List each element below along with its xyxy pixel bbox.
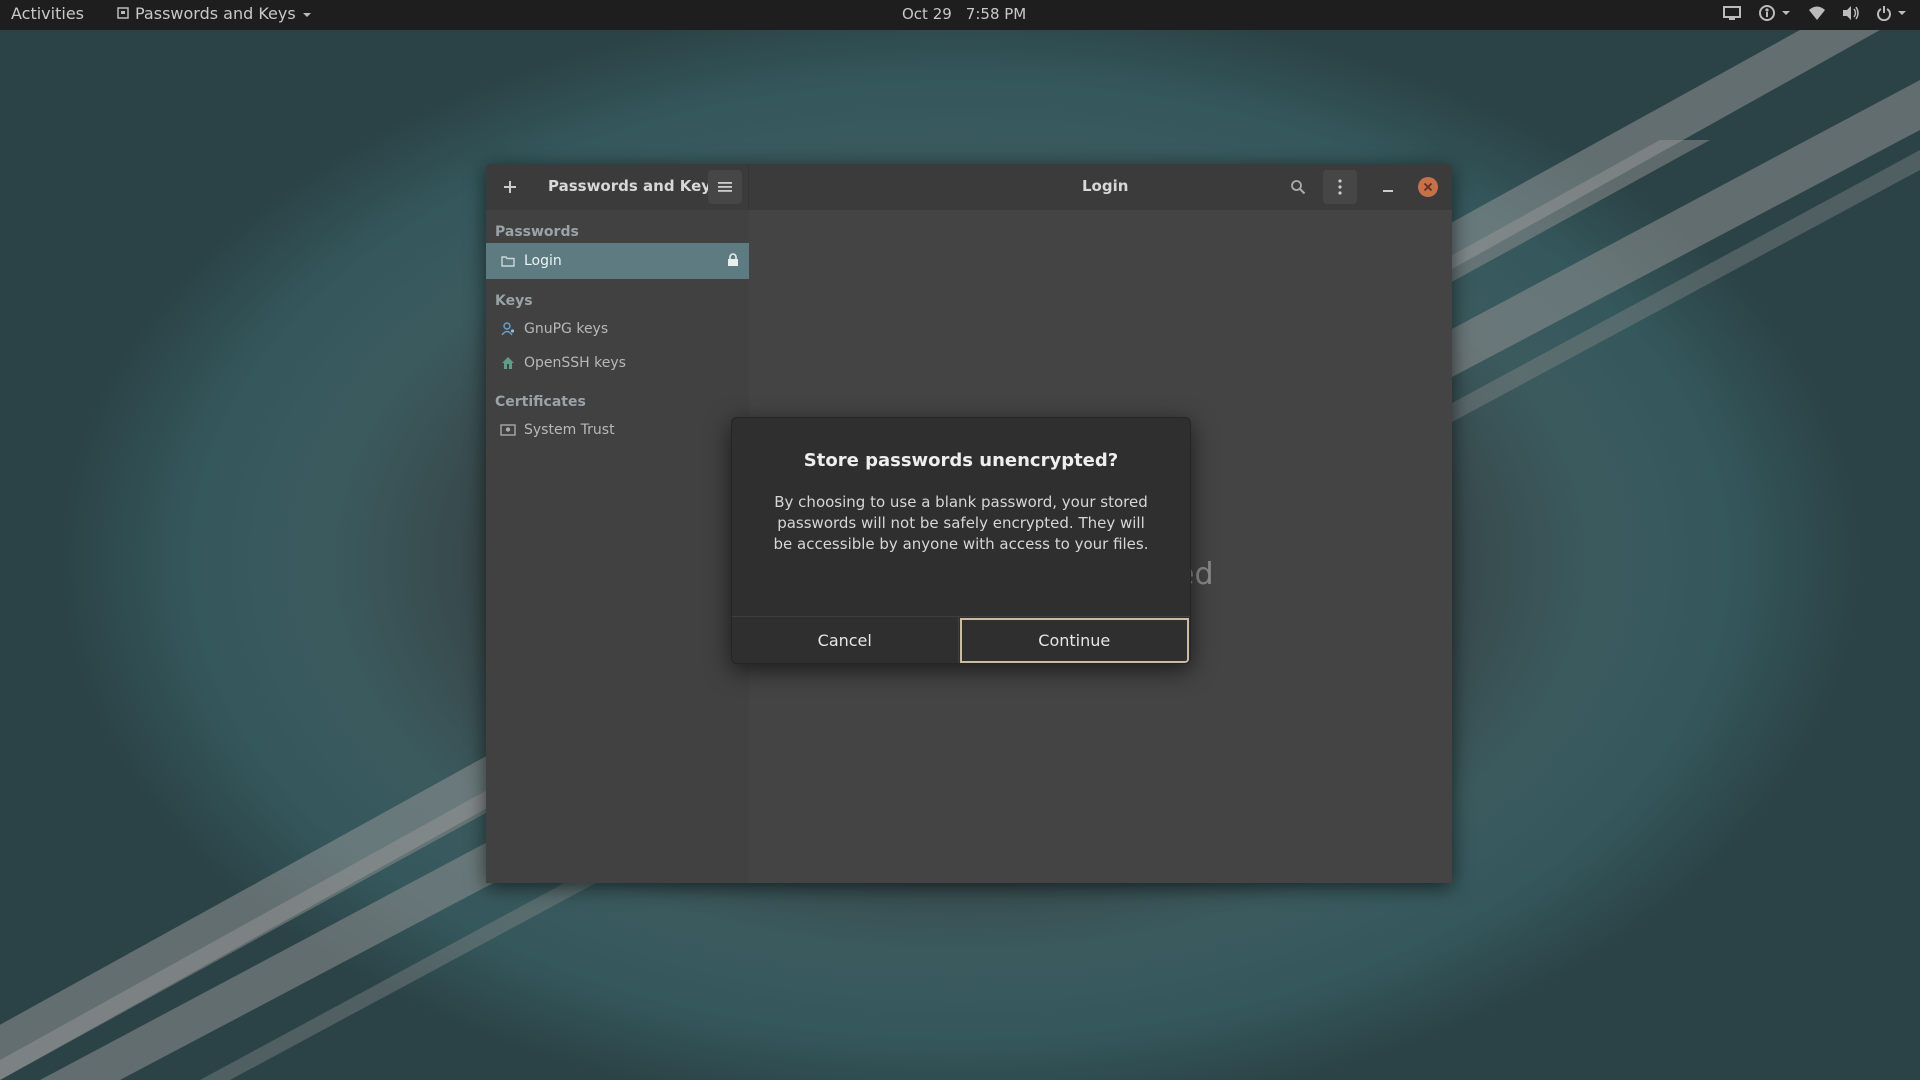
sidebar-item-openssh-keys[interactable]: OpenSSH keys <box>486 345 749 381</box>
volume-icon[interactable] <box>1842 5 1860 21</box>
app-icon <box>117 4 129 23</box>
vertical-dots-icon <box>1338 179 1342 195</box>
sidebar-menu-button[interactable] <box>708 170 742 204</box>
more-options-button[interactable] <box>1323 170 1357 204</box>
hamburger-icon <box>718 182 732 192</box>
section-label-passwords: Passwords <box>495 224 579 240</box>
app-menu-label: Passwords and Keys <box>135 4 296 23</box>
store-unencrypted-dialog: Store passwords unencrypted? By choosing… <box>731 417 1191 664</box>
display-icon[interactable] <box>1722 4 1742 22</box>
app-menu[interactable]: Passwords and Keys <box>117 4 312 23</box>
clock[interactable]: Oct 29 7:58 PM <box>902 5 1040 23</box>
time-label: 7:58 PM <box>965 5 1027 23</box>
sidebar: Passwords Login Keys GnuPG keys OpenSSH … <box>486 210 749 883</box>
chevron-down-icon <box>302 4 312 23</box>
close-icon <box>1418 177 1438 197</box>
accessibility-icon[interactable] <box>1758 4 1792 22</box>
folder-icon <box>500 253 516 269</box>
dialog-message-line: passwords will not be safely encrypted. … <box>777 514 1145 532</box>
sidebar-item-label: System Trust <box>524 422 615 438</box>
section-label-keys: Keys <box>495 293 533 309</box>
certificate-icon <box>500 422 516 438</box>
minimize-icon <box>1383 190 1393 192</box>
sidebar-item-gnupg-keys[interactable]: GnuPG keys <box>486 311 749 347</box>
wifi-icon[interactable] <box>1808 5 1826 21</box>
lock-icon[interactable] <box>727 253 739 271</box>
dialog-message-line: be accessible by anyone with access to y… <box>773 535 1149 553</box>
dialog-title: Store passwords unencrypted? <box>803 450 1119 471</box>
person-key-icon <box>500 321 516 337</box>
sidebar-item-label: OpenSSH keys <box>524 355 626 371</box>
sidebar-item-login[interactable]: Login <box>486 243 749 279</box>
header-bar: Passwords and Keys Login <box>486 164 1452 210</box>
house-key-icon <box>500 355 516 371</box>
sidebar-item-system-trust[interactable]: System Trust <box>486 412 749 448</box>
search-button[interactable] <box>1281 170 1315 204</box>
date-label: Oct 29 <box>902 5 952 23</box>
sidebar-item-label: GnuPG keys <box>524 321 609 337</box>
search-icon <box>1291 180 1306 195</box>
power-icon[interactable] <box>1876 5 1910 21</box>
content-title: Login <box>1082 177 1129 195</box>
header-separator <box>748 164 749 210</box>
dialog-message-line: By choosing to use a blank password, you… <box>774 493 1148 511</box>
dialog-actions: Cancel Continue <box>732 616 1190 663</box>
cancel-button[interactable]: Cancel <box>732 617 959 663</box>
close-button[interactable] <box>1411 170 1445 204</box>
continue-button[interactable]: Continue <box>959 618 1189 663</box>
dialog-message: By choosing to use a blank password, you… <box>772 492 1150 555</box>
system-tray <box>1722 4 1910 22</box>
add-button[interactable] <box>493 170 527 204</box>
sidebar-item-label: Login <box>524 253 562 269</box>
activities-button[interactable]: Activities <box>11 4 84 23</box>
plus-icon <box>504 181 516 193</box>
sidebar-title: Passwords and Keys <box>548 177 721 195</box>
section-label-certificates: Certificates <box>495 394 586 410</box>
minimize-button[interactable] <box>1371 170 1405 204</box>
top-bar: Activities Passwords and Keys Oct 29 7:58… <box>0 0 1920 30</box>
